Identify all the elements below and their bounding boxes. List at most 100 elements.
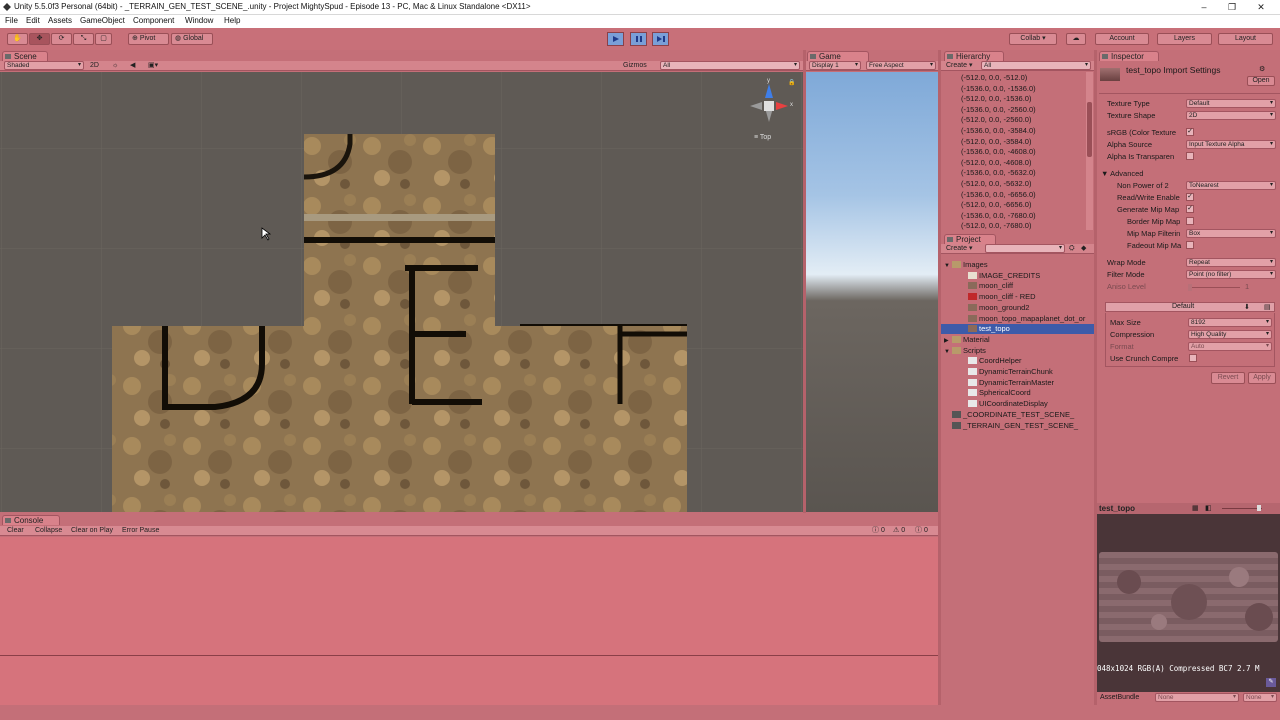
assetbundle-dropdown[interactable]: None (1155, 693, 1239, 702)
hierarchy-item[interactable]: (-512.0, 0.0, -3584.0) (961, 137, 1031, 147)
project-item[interactable]: test_topo (941, 324, 1094, 335)
console-error-pause-button[interactable]: Error Pause (122, 527, 159, 535)
step-button[interactable] (652, 32, 669, 46)
tab-game[interactable]: Game (807, 51, 869, 61)
collab-button[interactable]: Collab ▾ (1009, 33, 1057, 45)
texture-shape-dropdown[interactable]: 2D (1186, 111, 1276, 120)
display-dropdown[interactable]: Display 1 (809, 61, 861, 70)
hierarchy-scroll-thumb[interactable] (1087, 102, 1092, 157)
lock-icon[interactable]: 🔒 (788, 79, 795, 86)
aniso-level-slider[interactable] (1188, 287, 1240, 288)
max-size-dropdown[interactable]: 8192 (1188, 318, 1272, 327)
alpha-source-dropdown[interactable]: Input Texture Alpha (1186, 140, 1276, 149)
project-item[interactable]: ▼ Scripts (941, 346, 986, 356)
account-dropdown[interactable]: Account (1095, 33, 1149, 45)
alpha-channel-icon[interactable]: ◧ (1205, 504, 1212, 512)
hierarchy-item[interactable]: (-512.0, 0.0, -6656.0) (961, 200, 1031, 210)
project-item[interactable]: ▼ Images (941, 260, 988, 270)
project-item[interactable]: ▶ Material (941, 335, 990, 345)
tab-hierarchy[interactable]: Hierarchy (944, 51, 1004, 61)
project-item[interactable]: SphericalCoord (941, 388, 1031, 398)
hierarchy-item[interactable]: (-512.0, 0.0, -2560.0) (961, 115, 1031, 125)
apply-button[interactable]: Apply (1248, 372, 1276, 384)
compression-dropdown[interactable]: High Quality (1188, 330, 1272, 339)
aniso-level-value[interactable]: 1 (1245, 282, 1249, 291)
project-item[interactable]: DynamicTerrainMaster (941, 378, 1054, 388)
console-error-filter[interactable]: ⓘ 0 (915, 527, 928, 535)
hierarchy-item[interactable]: (-512.0, 0.0, -7680.0) (961, 221, 1031, 230)
rgb-channel-icon[interactable]: ▦ (1192, 504, 1199, 512)
revert-button[interactable]: Revert (1211, 372, 1245, 384)
rotate-tool-button[interactable]: ⟳ (51, 33, 72, 45)
console-clear-on-play-button[interactable]: Clear on Play (71, 527, 113, 535)
menu-help[interactable]: Help (224, 16, 240, 25)
mipmap-filter-dropdown[interactable]: Box (1186, 229, 1276, 238)
project-item[interactable]: UICoordinateDisplay (941, 399, 1048, 409)
gizmos-dropdown[interactable]: Gizmos (623, 62, 647, 70)
menu-component[interactable]: Component (133, 16, 174, 25)
foldout-arrow-icon[interactable]: ▼ (944, 347, 952, 357)
tab-console[interactable]: Console (2, 515, 60, 525)
download-icon[interactable]: ⬇ (1244, 303, 1250, 311)
project-item[interactable]: moon_topo_mapaplanet_dot_or (941, 314, 1085, 324)
assetbundle-variant-dropdown[interactable]: None (1243, 693, 1277, 702)
npot-dropdown[interactable]: ToNearest (1186, 181, 1276, 190)
effects-dropdown-icon[interactable]: ▣▾ (148, 62, 158, 70)
console-collapse-button[interactable]: Collapse (35, 527, 62, 535)
hierarchy-search-input[interactable]: All (981, 61, 1091, 70)
platform-tab-default[interactable]: Default ⬇ ▤ (1105, 302, 1275, 312)
menu-gameobject[interactable]: GameObject (80, 16, 125, 25)
layers-dropdown[interactable]: Layers (1157, 33, 1212, 45)
hierarchy-item[interactable]: (-1536.0, 0.0, -3584.0) (961, 126, 1036, 136)
hierarchy-item[interactable]: (-1536.0, 0.0, -5632.0) (961, 168, 1036, 178)
preview-settings-icon[interactable]: ✎ (1266, 678, 1276, 687)
alpha-transparency-checkbox[interactable] (1186, 152, 1194, 160)
menu-file[interactable]: File (5, 16, 18, 25)
hierarchy-item[interactable]: (-512.0, 0.0, -1536.0) (961, 94, 1031, 104)
project-item[interactable]: moon_cliff (941, 281, 1013, 291)
wrap-mode-dropdown[interactable]: Repeat (1186, 258, 1276, 267)
project-item[interactable]: DynamicTerrainChunk (941, 367, 1053, 377)
foldout-arrow-icon[interactable]: ▶ (944, 336, 952, 346)
project-item[interactable]: IMAGE_CREDITS (941, 271, 1040, 281)
read-write-checkbox[interactable]: ✓ (1186, 193, 1194, 201)
hand-tool-button[interactable]: ✋ (7, 33, 28, 45)
aniso-slider-thumb[interactable] (1188, 284, 1192, 291)
project-item[interactable]: _COORDINATE_TEST_SCENE_ (941, 410, 1074, 420)
open-button[interactable]: Open (1247, 76, 1275, 86)
mip-slider[interactable] (1222, 508, 1262, 509)
menu-window[interactable]: Window (185, 16, 213, 25)
game-viewport[interactable] (806, 72, 939, 512)
project-item[interactable]: _TERRAIN_GEN_TEST_SCENE_ (941, 421, 1078, 431)
minimize-button[interactable]: – (1191, 0, 1217, 14)
hierarchy-item[interactable]: (-1536.0, 0.0, -2560.0) (961, 105, 1036, 115)
project-create-button[interactable]: Create ▾ (946, 245, 972, 253)
filter-label-icon[interactable]: ◆ (1081, 245, 1086, 253)
project-item[interactable]: moon_cliff - RED (941, 292, 1036, 302)
hierarchy-item[interactable]: (-1536.0, 0.0, -6656.0) (961, 190, 1036, 200)
pause-button[interactable] (630, 32, 647, 46)
maximize-button[interactable]: ❐ (1219, 0, 1245, 14)
menu-assets[interactable]: Assets (48, 16, 72, 25)
scene-search-input[interactable]: All (660, 61, 800, 70)
menu-edit[interactable]: Edit (26, 16, 40, 25)
border-mipmap-checkbox[interactable] (1186, 217, 1194, 225)
scene-viewport[interactable]: y x ≡ Top 🔒 (0, 72, 803, 512)
hierarchy-create-button[interactable]: Create ▾ (946, 62, 972, 70)
play-button[interactable] (607, 32, 624, 46)
settings-gear-icon[interactable]: ⚙ (1259, 65, 1265, 73)
audio-toggle-icon[interactable]: ◀ (130, 62, 135, 70)
scene-orientation-gizmo[interactable]: y x ≡ Top 🔒 (748, 78, 800, 148)
hierarchy-item[interactable]: (-512.0, 0.0, -4608.0) (961, 158, 1031, 168)
hierarchy-item[interactable]: (-512.0, 0.0, -512.0) (961, 73, 1027, 83)
mip-slider-thumb[interactable] (1257, 505, 1261, 511)
fadeout-mipmap-checkbox[interactable] (1186, 241, 1194, 249)
hierarchy-item[interactable]: (-1536.0, 0.0, -7680.0) (961, 211, 1036, 221)
lighting-toggle-icon[interactable]: ☼ (112, 62, 118, 70)
console-info-filter[interactable]: ⓘ 0 (872, 527, 885, 535)
windows-platform-icon[interactable]: ▤ (1264, 303, 1271, 311)
hierarchy-scrollbar[interactable] (1086, 72, 1093, 230)
hierarchy-item[interactable]: (-1536.0, 0.0, -4608.0) (961, 147, 1036, 157)
texture-type-dropdown[interactable]: Default (1186, 99, 1276, 108)
layout-dropdown[interactable]: Layout (1218, 33, 1273, 45)
